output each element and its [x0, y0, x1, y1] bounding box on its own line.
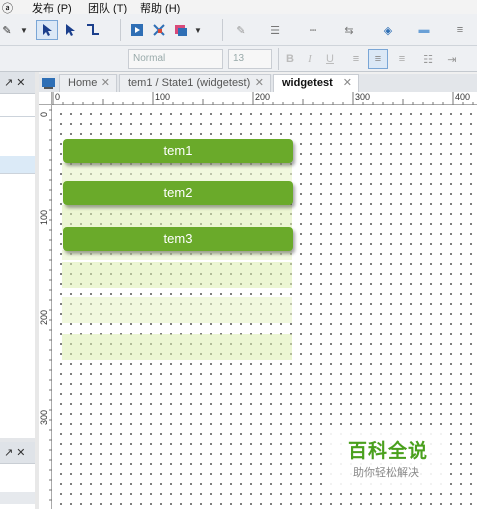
- watermark-logo: 百科全说 助你轻松解决: [330, 430, 450, 488]
- dropdown-arrow-icon[interactable]: ▼: [18, 20, 30, 40]
- tab-bar: Home ✕ tem1 / State1 (widgetest) ✕ widge…: [39, 74, 477, 92]
- tab-tem1-state-label: tem1 / State1 (widgetest): [128, 77, 251, 89]
- bullet-list-icon[interactable]: ☷: [418, 49, 438, 69]
- underline-button[interactable]: U: [322, 49, 338, 69]
- crop-icon[interactable]: [150, 20, 168, 40]
- shadow-icon[interactable]: ▬: [410, 20, 438, 40]
- ruler-horizontal: 0 100 200 300 400: [52, 92, 477, 105]
- format-toolbar: Normal 13 B I U ≡ ≡ ≡ ☷ ⇥: [0, 46, 477, 72]
- image-edit-icon[interactable]: ✎: [230, 20, 252, 40]
- tab-tem1-state[interactable]: tem1 / State1 (widgetest) ✕: [119, 74, 271, 92]
- line-weight-icon[interactable]: ☰: [262, 20, 288, 40]
- panel-controls[interactable]: ↗ ✕: [4, 446, 26, 459]
- font-size-select[interactable]: 13: [228, 49, 272, 69]
- select-contain-icon[interactable]: [60, 20, 80, 40]
- repeater-row: [62, 250, 292, 260]
- menu-bar: ⓐ 发布 (P) 团队 (T) 帮助 (H): [0, 0, 477, 15]
- ruler-corner: [39, 92, 52, 105]
- dropdown-arrow-icon[interactable]: ▼: [193, 20, 203, 40]
- tab-widgetest[interactable]: widgetest ✕: [273, 74, 359, 92]
- panel-selected-row[interactable]: [0, 156, 35, 174]
- flag-icon[interactable]: [172, 20, 190, 40]
- watermark-title: 百科全说: [348, 441, 429, 462]
- line-style-icon[interactable]: ┅: [300, 20, 326, 40]
- app-window: ⓐ 发布 (P) 团队 (T) 帮助 (H) ✎ ▼ ▼ ✎ ☰ ┅ ⇆ ◈ ▬…: [0, 0, 477, 509]
- item-button-tem3[interactable]: tem3: [63, 227, 293, 251]
- fill-color-icon[interactable]: ◈: [374, 20, 402, 40]
- panel-controls[interactable]: ↗ ✕: [4, 76, 26, 89]
- tab-widgetest-label: widgetest: [282, 77, 333, 89]
- align-icon[interactable]: ≡: [448, 20, 472, 40]
- close-icon[interactable]: ✕: [255, 76, 264, 89]
- panel-header-top: ↗ ✕: [0, 72, 35, 94]
- bold-button[interactable]: B: [282, 49, 298, 69]
- repeater-row: [62, 262, 292, 288]
- panel-divider: [0, 173, 35, 174]
- ruler-ticks: [49, 109, 52, 501]
- font-family-select[interactable]: Normal: [128, 49, 223, 69]
- tool-partial-icon[interactable]: ✎: [0, 20, 14, 40]
- align-right-icon[interactable]: ≡: [392, 49, 412, 69]
- item-button-tem2[interactable]: tem2: [63, 181, 293, 205]
- panel-header-bottom: ↗ ✕: [0, 442, 35, 464]
- align-center-icon[interactable]: ≡: [368, 49, 388, 69]
- close-icon[interactable]: ✕: [101, 76, 110, 89]
- watermark-subtitle: 助你轻松解决: [353, 467, 419, 479]
- panel-divider: [0, 116, 35, 117]
- tab-home-label: Home: [68, 77, 98, 89]
- play-icon[interactable]: [128, 20, 146, 40]
- main-toolbar: ✎ ▼ ▼ ✎ ☰ ┅ ⇆ ◈ ▬ ≡: [0, 14, 477, 46]
- site-map-icon[interactable]: [41, 76, 57, 90]
- item-button-tem1[interactable]: tem1: [63, 139, 293, 163]
- tab-home[interactable]: Home ✕: [59, 74, 117, 92]
- select-pointer-icon[interactable]: [36, 20, 58, 40]
- ruler-vertical: 0 100 200 300: [39, 105, 52, 509]
- close-icon[interactable]: ✕: [343, 76, 352, 89]
- indent-icon[interactable]: ⇥: [442, 49, 462, 69]
- ruler-ticks: [52, 92, 474, 105]
- repeater-row: [62, 297, 292, 323]
- repeater-row: [62, 334, 292, 360]
- italic-button[interactable]: I: [302, 49, 318, 69]
- connector-icon[interactable]: [82, 20, 104, 40]
- left-panel: ↗ ✕ ↗ ✕: [0, 72, 35, 509]
- panel-scrollbar[interactable]: [0, 492, 35, 504]
- align-left-icon[interactable]: ≡: [346, 49, 366, 69]
- arrow-style-icon[interactable]: ⇆: [336, 20, 362, 40]
